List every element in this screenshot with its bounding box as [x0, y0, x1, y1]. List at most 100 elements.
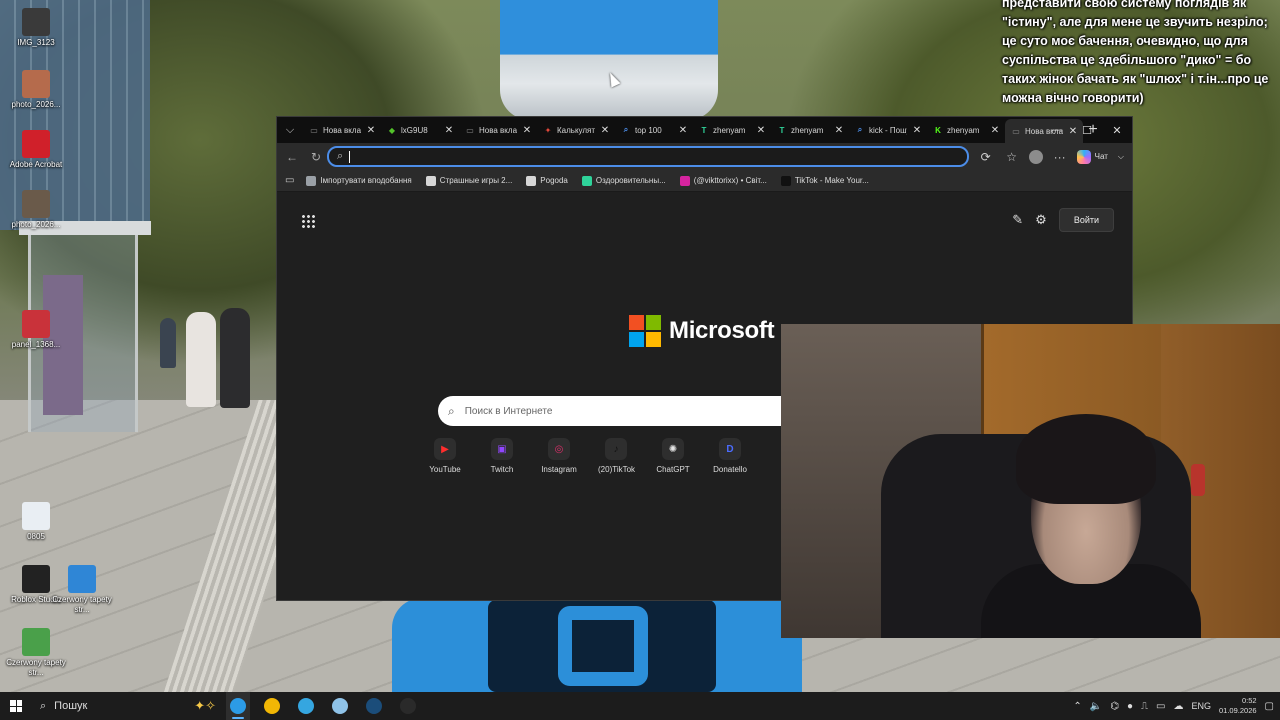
bookmark-item[interactable]: (@vikttorixx) • Світ...: [679, 175, 767, 186]
obs-icon: [400, 698, 416, 714]
webcam-bottle: [1191, 464, 1205, 496]
tab-title: zhenyam: [713, 125, 746, 135]
tab-title: Калькулятор: [557, 125, 595, 135]
tab-actions-menu-icon[interactable]: ⌵: [277, 117, 303, 143]
bookmark-item[interactable]: TikTok - Make Your...: [780, 175, 869, 186]
address-bar[interactable]: ⌕: [327, 146, 969, 167]
microsoft-square: [629, 315, 644, 330]
steam-icon: [366, 698, 382, 714]
quick-link-label: ChatGPT: [656, 465, 690, 474]
refresh-icon[interactable]: ↻: [307, 148, 325, 166]
tiktok-tracker-icon: T: [701, 125, 707, 135]
taskbar-app-steam[interactable]: [362, 692, 386, 720]
close-tab-icon[interactable]: ✕: [443, 125, 455, 136]
volume-icon[interactable]: 🔈: [1090, 701, 1102, 712]
profile-avatar[interactable]: [1028, 149, 1043, 164]
close-tab-icon[interactable]: ✕: [599, 125, 611, 136]
clock[interactable]: 0:52 01.09.2026: [1219, 696, 1257, 716]
wallpaper-pedestrian: [186, 312, 216, 407]
minimize-icon[interactable]: —: [1042, 117, 1072, 143]
language-indicator[interactable]: ENG: [1191, 701, 1211, 711]
browser-tab[interactable]: Kzhenyam ✕: [927, 119, 1005, 141]
close-tab-icon[interactable]: ✕: [521, 125, 533, 136]
usb-icon[interactable]: ⎍: [1141, 701, 1148, 712]
close-tab-icon[interactable]: ✕: [989, 125, 1001, 136]
back-icon[interactable]: ←: [283, 148, 301, 166]
desktop-icon[interactable]: Adobe Acrobat: [6, 130, 66, 170]
taskbar-search[interactable]: ⌕ Пошук ✦✧: [32, 692, 222, 720]
start-button[interactable]: [0, 692, 32, 720]
desktop-icon[interactable]: 0805: [6, 502, 66, 542]
microsoft-square: [646, 332, 661, 347]
close-window-icon[interactable]: ✕: [1102, 117, 1132, 143]
close-tab-icon[interactable]: ✕: [677, 125, 689, 136]
favorites-icon[interactable]: ☆: [1003, 148, 1021, 166]
apps-launcher-icon[interactable]: [301, 214, 315, 228]
desktop-icon-label: Czerwony tapety str...: [6, 658, 66, 677]
taskbar-app-edge[interactable]: [226, 692, 250, 720]
quick-link--20-tiktok[interactable]: ♪ (20)TikTok: [598, 438, 635, 474]
gear-icon[interactable]: ⚙: [1035, 212, 1047, 228]
browser-tab[interactable]: ▭ Нова вкладка ✕: [303, 119, 381, 141]
bookmark-item[interactable]: Страшные игры 2...: [425, 175, 512, 186]
quick-link-chatgpt[interactable]: ✺ ChatGPT: [655, 438, 691, 474]
pencil-edit-icon[interactable]: ✎: [1012, 212, 1023, 228]
desktop-icon[interactable]: panel_1368...: [6, 310, 66, 350]
quick-link-youtube[interactable]: ▶ YouTube: [427, 438, 463, 474]
maximize-icon[interactable]: ☐: [1072, 117, 1102, 143]
copilot-icon: [1076, 149, 1091, 164]
close-tab-icon[interactable]: ✕: [365, 125, 377, 136]
quick-link-icon: ◎: [548, 438, 570, 460]
browser-tab[interactable]: ✦ Калькулятор ✕: [537, 119, 615, 141]
refresh-sync-icon[interactable]: ⟳: [977, 148, 995, 166]
desktop-icon[interactable]: photo_2026...: [6, 70, 66, 110]
reading-mode-icon[interactable]: ▭: [285, 175, 294, 186]
system-tray: ⌃ 🔈 ⌬ ● ⎍ ▭ ☁ ENG 0:52 01.09.2026 ▢: [1073, 692, 1280, 720]
taskbar-app-notepad[interactable]: [328, 692, 352, 720]
tab-page-icon: ▭: [1012, 126, 1020, 136]
onedrive-icon[interactable]: ☁: [1173, 701, 1183, 712]
bookmark-item[interactable]: Оздоровительны...: [581, 175, 666, 186]
quick-link-icon: ♪: [605, 438, 627, 460]
microphone-icon[interactable]: ●: [1127, 701, 1133, 712]
close-tab-icon[interactable]: ✕: [833, 125, 845, 136]
browser-tab[interactable]: Tzhenyam ✕: [693, 119, 771, 141]
chevron-up-icon[interactable]: ⌃: [1073, 701, 1081, 712]
browser-tab[interactable]: ▭ Нова вкладка ✕: [459, 119, 537, 141]
desktop-icon-image: [22, 130, 50, 158]
more-menu-icon[interactable]: ···: [1051, 148, 1069, 166]
desktop-icon-image: [22, 310, 50, 338]
desktop-icon-image: [22, 190, 50, 218]
browser-tab[interactable]: Tzhenyam ✕: [771, 119, 849, 141]
taskbar-app-obs[interactable]: [396, 692, 420, 720]
quick-link-label: Donatello: [713, 465, 747, 474]
network-icon[interactable]: ⌬: [1110, 701, 1119, 712]
desktop-icon[interactable]: IMG_3123: [6, 8, 66, 48]
close-tab-icon[interactable]: ✕: [911, 125, 923, 136]
microsoft-square: [646, 315, 661, 330]
taskbar-app-chrome[interactable]: [260, 692, 284, 720]
taskbar-app-telegram[interactable]: [294, 692, 318, 720]
address-input[interactable]: [354, 150, 967, 163]
taskbar: ⌕ Пошук ✦✧ ⌃ 🔈 ⌬ ● ⎍ ▭ ☁ ENG 0:52 01.09.…: [0, 692, 1280, 720]
sparkle-icon: ✦✧: [194, 698, 216, 713]
bookmark-item[interactable]: Імпортувати вподобання: [306, 175, 412, 186]
desktop-icon[interactable]: Czerwony tapety str...: [52, 565, 112, 615]
signin-button[interactable]: Войти: [1058, 208, 1114, 232]
browser-tab[interactable]: ⌕ kick - Пошук ✕: [849, 119, 927, 141]
clock-time: 0:52: [1241, 696, 1257, 705]
microsoft-logo: Microsoft: [629, 315, 775, 347]
desktop-icon[interactable]: Czerwony tapety str...: [6, 628, 66, 678]
browser-tab[interactable]: ◆ lxG9U8 ✕: [381, 119, 459, 141]
bookmark-item[interactable]: Pogoda: [526, 175, 568, 186]
quick-link-twitch[interactable]: ▣ Twitch: [484, 438, 520, 474]
copilot-chat-button[interactable]: Чат ⌵: [1076, 149, 1124, 164]
browser-tab[interactable]: ⌕ top 100 ✕: [615, 119, 693, 141]
tab-strip: ⌵ ▭ Нова вкладка ✕ ◆ lxG9U8 ✕ ▭ Нова вкладка ✕ ✦ К…: [277, 117, 1132, 143]
quick-link-instagram[interactable]: ◎ Instagram: [541, 438, 577, 474]
desktop-icon[interactable]: photo_2026...: [6, 190, 66, 230]
notifications-icon[interactable]: ▢: [1265, 701, 1274, 712]
close-tab-icon[interactable]: ✕: [755, 125, 767, 136]
quick-link-donatello[interactable]: D Donatello: [712, 438, 748, 474]
battery-icon[interactable]: ▭: [1156, 701, 1165, 712]
